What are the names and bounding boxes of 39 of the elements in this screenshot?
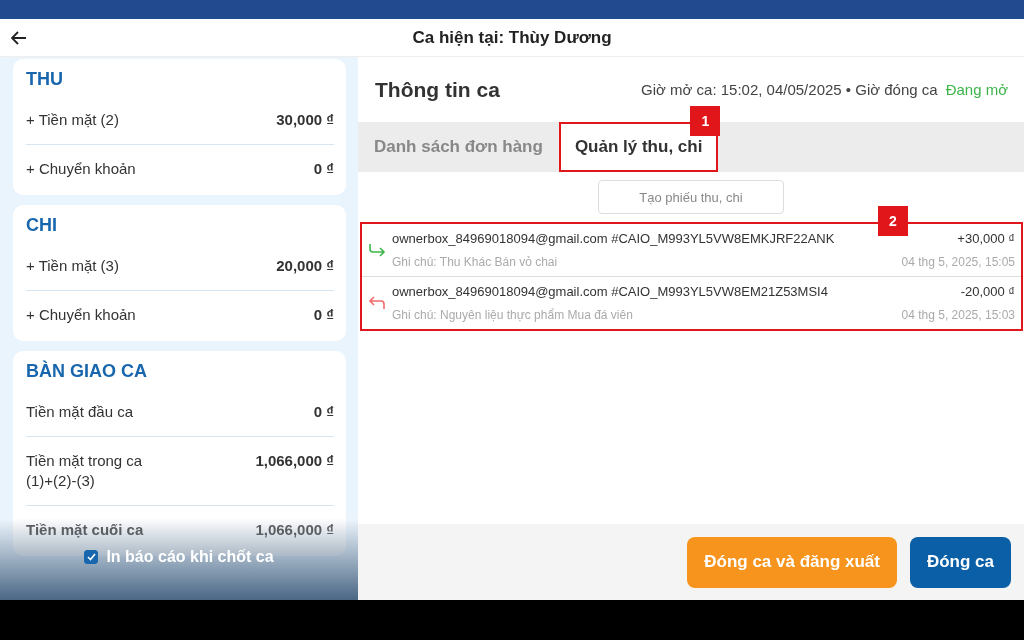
shift-status: Đang mở bbox=[945, 81, 1008, 98]
transaction-amount: +30,000 ₫ bbox=[957, 231, 1015, 246]
create-voucher-button[interactable]: Tạo phiếu thu, chi bbox=[598, 180, 784, 214]
transaction-note: Ghi chú: Thu Khác Bán vỏ chai bbox=[392, 255, 558, 269]
row-value: 0 ₫ bbox=[313, 305, 334, 325]
print-report-checkbox[interactable]: In báo cáo khi chốt ca bbox=[84, 548, 274, 566]
return-arrow-icon bbox=[368, 296, 386, 310]
page-title: Ca hiện tại: Thùy Dương bbox=[412, 27, 612, 48]
shift-times: Giờ mở ca: 15:02, 04/05/2025 • Giờ đóng ca bbox=[641, 81, 938, 98]
transaction-note: Ghi chú: Nguyên liệu thực phẩm Mua đá viên bbox=[392, 308, 633, 322]
row-label: Tiền mặt trong ca (1)+(2)-(3) bbox=[26, 451, 143, 491]
row-value: 30,000 ₫ bbox=[276, 110, 334, 130]
card-title: BÀN GIAO CA bbox=[26, 361, 148, 382]
checkbox[interactable] bbox=[84, 550, 99, 564]
transaction-title: ownerbox_84969018094@gmail.com #CAIO_M993YL5VW8EMKJRF22ANK bbox=[392, 231, 835, 246]
row-label: Tiền mặt đầu ca bbox=[26, 402, 133, 422]
row-value: 1,066,000 ₫ bbox=[255, 451, 334, 471]
transaction-title: ownerbox_84969018094@gmail.com #CAIO_M993YL5VW8EM21Z53MSI4 bbox=[392, 284, 828, 299]
card-title: THU bbox=[26, 69, 64, 90]
card-title: CHI bbox=[26, 215, 58, 236]
transaction-time: 04 thg 5, 2025, 15:03 bbox=[901, 308, 1015, 322]
transaction-time: 04 thg 5, 2025, 15:05 bbox=[901, 255, 1015, 269]
action-button[interactable]: Đóng ca và đăng xuất bbox=[687, 536, 897, 588]
callout-badge: 2 bbox=[878, 206, 908, 236]
section-title: Thông tin ca bbox=[375, 77, 500, 102]
row-label: + Tiền mặt (3) bbox=[26, 256, 119, 276]
row-label: + Tiền mặt (2) bbox=[26, 110, 119, 130]
callout-badge: 1 bbox=[690, 106, 721, 136]
row-value: 20,000 ₫ bbox=[276, 256, 334, 276]
row-label: + Chuyển khoản bbox=[26, 159, 136, 179]
action-button[interactable]: Đóng ca bbox=[909, 536, 1011, 588]
row-value: 0 ₫ bbox=[313, 402, 334, 422]
row-label: + Chuyển khoản bbox=[26, 305, 136, 325]
row-value: 0 ₫ bbox=[313, 159, 334, 179]
forward-arrow-icon bbox=[368, 243, 386, 257]
row-label: Tiền mặt cuối ca bbox=[26, 520, 144, 540]
tab[interactable]: Danh sách đơn hàng bbox=[358, 122, 559, 172]
row-value: 1,066,000 ₫ bbox=[255, 520, 334, 540]
transaction-amount: -20,000 ₫ bbox=[960, 284, 1015, 299]
